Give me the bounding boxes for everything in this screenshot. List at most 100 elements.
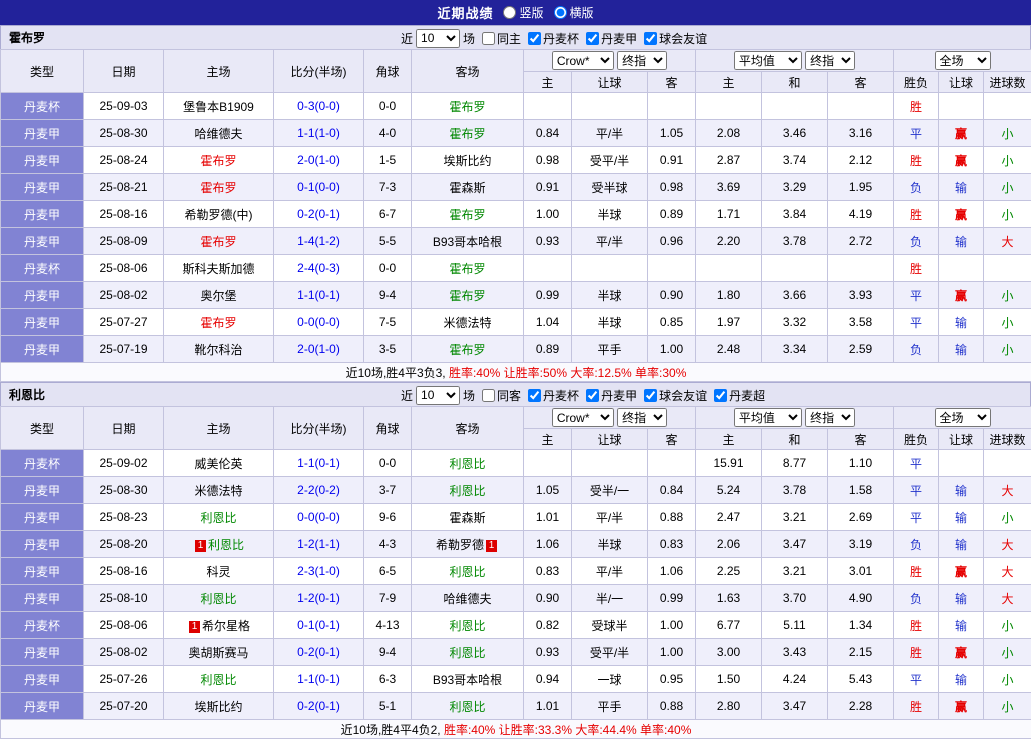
league-cell: 丹麦甲 bbox=[1, 585, 84, 612]
away-team-name: 霍森斯 bbox=[449, 511, 485, 525]
date-cell: 25-08-16 bbox=[84, 558, 164, 585]
handicap-result-cell: 赢 bbox=[939, 693, 984, 720]
corner-cell: 9-4 bbox=[364, 282, 412, 309]
league-filter-checkbox[interactable] bbox=[714, 389, 727, 402]
score-cell[interactable]: 1-2(1-1) bbox=[274, 531, 364, 558]
league-cell: 丹麦甲 bbox=[1, 558, 84, 585]
goals-result-cell: 小 bbox=[984, 504, 1031, 531]
date-cell: 25-08-21 bbox=[84, 174, 164, 201]
average-select[interactable]: 平均值 bbox=[734, 408, 802, 427]
away-team-cell: 利恩比 bbox=[412, 639, 524, 666]
score-cell[interactable]: 0-0(0-0) bbox=[274, 504, 364, 531]
league-cell: 丹麦甲 bbox=[1, 693, 84, 720]
score-cell[interactable]: 0-3(0-0) bbox=[274, 93, 364, 120]
eu-draw-odds-cell bbox=[762, 93, 828, 120]
score-cell[interactable]: 1-1(0-1) bbox=[274, 282, 364, 309]
ah-home-odds-cell: 1.05 bbox=[524, 477, 572, 504]
league-filter-checkbox[interactable] bbox=[528, 32, 541, 45]
score-cell[interactable]: 2-4(0-3) bbox=[274, 255, 364, 282]
eu-final-select[interactable]: 终指 bbox=[805, 51, 855, 70]
home-team-name: 哈维德夫 bbox=[194, 127, 242, 141]
league-filter[interactable]: 球会友谊 bbox=[644, 30, 707, 47]
score-cell[interactable]: 1-4(1-2) bbox=[274, 228, 364, 255]
league-filter-checkbox[interactable] bbox=[586, 32, 599, 45]
league-filter[interactable]: 丹麦甲 bbox=[586, 387, 637, 404]
score-cell[interactable]: 1-1(0-1) bbox=[274, 666, 364, 693]
horizontal-layout-radio[interactable] bbox=[554, 6, 567, 19]
layout-option-horizontal[interactable]: 横版 bbox=[554, 4, 594, 21]
bookmaker-select[interactable]: Crow* bbox=[552, 51, 614, 70]
handicap-result-cell bbox=[939, 93, 984, 120]
goals-result-cell: 小 bbox=[984, 336, 1031, 363]
score-cell[interactable]: 0-2(0-1) bbox=[274, 201, 364, 228]
corner-cell: 6-3 bbox=[364, 666, 412, 693]
away-team-cell: 霍森斯 bbox=[412, 174, 524, 201]
ah-home-odds-cell: 0.93 bbox=[524, 228, 572, 255]
eu-final-select[interactable]: 终指 bbox=[805, 408, 855, 427]
col-header-eu-away: 客 bbox=[828, 72, 894, 93]
eu-away-odds-cell: 2.12 bbox=[828, 147, 894, 174]
average-select[interactable]: 平均值 bbox=[734, 51, 802, 70]
handicap-result-cell: 输 bbox=[939, 336, 984, 363]
league-filter[interactable]: 丹麦甲 bbox=[586, 30, 637, 47]
away-team-name: 利恩比 bbox=[449, 646, 485, 660]
result-cell: 胜 bbox=[894, 693, 939, 720]
eu-draw-odds-cell bbox=[762, 255, 828, 282]
home-team-name: 威美伦英 bbox=[194, 457, 242, 471]
score-cell[interactable]: 1-2(0-1) bbox=[274, 585, 364, 612]
league-filter[interactable]: 丹麦超 bbox=[714, 387, 765, 404]
same-venue-filter-checkbox[interactable] bbox=[482, 32, 495, 45]
league-filter-checkbox[interactable] bbox=[644, 32, 657, 45]
result-group-header: 全场 bbox=[894, 50, 1031, 72]
score-cell[interactable]: 0-1(0-0) bbox=[274, 174, 364, 201]
vertical-layout-radio[interactable] bbox=[503, 6, 516, 19]
red-card-badge: 1 bbox=[195, 540, 206, 552]
scope-select[interactable]: 全场 bbox=[935, 51, 991, 70]
ah-final-select[interactable]: 终指 bbox=[617, 408, 667, 427]
league-filter[interactable]: 丹麦杯 bbox=[528, 387, 579, 404]
scope-select[interactable]: 全场 bbox=[935, 408, 991, 427]
score-cell[interactable]: 0-1(0-1) bbox=[274, 612, 364, 639]
same-venue-filter-checkbox[interactable] bbox=[482, 389, 495, 402]
col-header-corner: 角球 bbox=[364, 50, 412, 93]
home-team-cell: 靴尔科治 bbox=[164, 336, 274, 363]
league-filter-checkbox[interactable] bbox=[644, 389, 657, 402]
home-team-name: 堡鲁本B1909 bbox=[183, 100, 254, 114]
league-filter-checkbox[interactable] bbox=[586, 389, 599, 402]
home-team-name: 利恩比 bbox=[200, 673, 236, 687]
layout-option-vertical[interactable]: 竖版 bbox=[503, 4, 543, 21]
col-header-type: 类型 bbox=[1, 50, 84, 93]
score-cell[interactable]: 1-1(0-1) bbox=[274, 450, 364, 477]
same-venue-filter[interactable]: 同主 bbox=[482, 30, 521, 47]
ah-final-select[interactable]: 终指 bbox=[617, 51, 667, 70]
eu-draw-odds-cell: 3.46 bbox=[762, 120, 828, 147]
ah-away-odds-cell: 0.83 bbox=[648, 531, 696, 558]
score-cell[interactable]: 2-3(1-0) bbox=[274, 558, 364, 585]
match-row: 丹麦甲25-08-30哈维德夫1-1(1-0)4-0霍布罗0.84平/半1.05… bbox=[1, 120, 1031, 147]
match-count-select[interactable]: 10 bbox=[416, 29, 460, 48]
league-filter-checkbox[interactable] bbox=[528, 389, 541, 402]
eu-home-odds-cell: 1.80 bbox=[696, 282, 762, 309]
score-cell[interactable]: 0-2(0-1) bbox=[274, 639, 364, 666]
bookmaker-select[interactable]: Crow* bbox=[552, 408, 614, 427]
match-count-select[interactable]: 10 bbox=[416, 386, 460, 405]
score-cell[interactable]: 2-0(1-0) bbox=[274, 147, 364, 174]
score-cell[interactable]: 0-0(0-0) bbox=[274, 309, 364, 336]
eu-away-odds-cell: 1.10 bbox=[828, 450, 894, 477]
league-filter[interactable]: 球会友谊 bbox=[644, 387, 707, 404]
match-row: 丹麦甲25-07-19靴尔科治2-0(1-0)3-5霍布罗0.89平手1.002… bbox=[1, 336, 1031, 363]
handicap-result-cell: 赢 bbox=[939, 558, 984, 585]
same-venue-filter[interactable]: 同客 bbox=[482, 387, 521, 404]
score-cell[interactable]: 2-0(1-0) bbox=[274, 336, 364, 363]
league-filter[interactable]: 丹麦杯 bbox=[528, 30, 579, 47]
goals-result-cell: 大 bbox=[984, 585, 1031, 612]
col-header-corner: 角球 bbox=[364, 407, 412, 450]
score-cell[interactable]: 2-2(0-2) bbox=[274, 477, 364, 504]
handicap-result-cell: 输 bbox=[939, 585, 984, 612]
same-venue-filter-label: 同主 bbox=[497, 30, 521, 47]
goals-result-cell: 小 bbox=[984, 201, 1031, 228]
score-cell[interactable]: 0-2(0-1) bbox=[274, 693, 364, 720]
score-cell[interactable]: 1-1(1-0) bbox=[274, 120, 364, 147]
home-team-name: 霍布罗 bbox=[200, 181, 236, 195]
home-team-cell: 1利恩比 bbox=[164, 531, 274, 558]
